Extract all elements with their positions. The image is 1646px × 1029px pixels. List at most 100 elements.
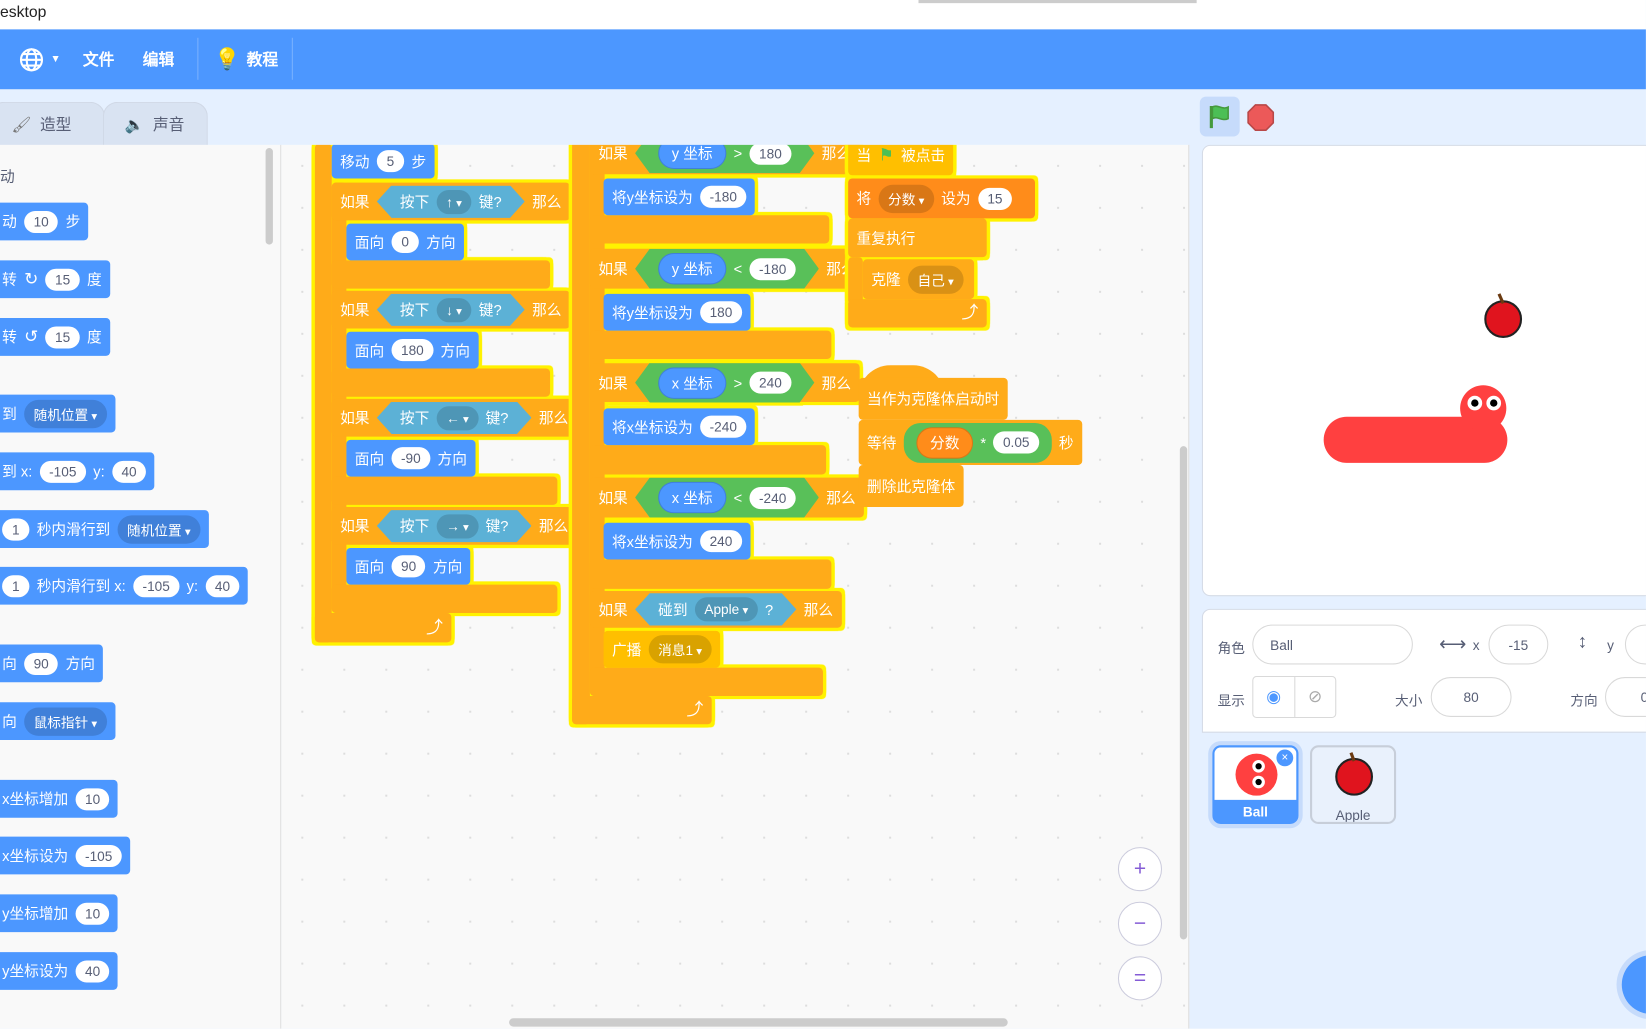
stage[interactable] bbox=[1201, 144, 1646, 597]
code-block[interactable]: 等待 分数 * 0.05 秒 bbox=[858, 419, 1082, 466]
x-input[interactable]: -15 bbox=[1488, 624, 1549, 665]
block-text: 秒 bbox=[1058, 434, 1074, 451]
reporter-block[interactable]: 分数 bbox=[916, 426, 974, 459]
code-block[interactable]: 1 秒内滑行到 x: -105 y: 40 bbox=[0, 566, 248, 605]
code-block[interactable]: 动 10 步 bbox=[0, 202, 89, 241]
y-input[interactable] bbox=[1624, 624, 1646, 665]
code-block[interactable]: 转 ↺ 15 度 bbox=[0, 318, 111, 356]
block-text: 分数 bbox=[930, 434, 960, 451]
code-block[interactable]: 删除此克隆体 bbox=[858, 465, 964, 508]
number-input[interactable]: 1 bbox=[2, 518, 30, 541]
x-arrows-icon: ⟷ bbox=[1439, 632, 1467, 654]
stage-canvas bbox=[1323, 293, 1523, 463]
menubar: ▼ 文件 编辑 💡 教程 bbox=[0, 29, 1646, 90]
number-input[interactable]: 0.05 bbox=[993, 431, 1039, 454]
code-block[interactable]: 向鼠标指针 bbox=[0, 702, 116, 741]
code-block[interactable]: 当作为克隆体启动时 bbox=[858, 377, 1008, 420]
block-text: 删除此克隆体 bbox=[867, 477, 956, 495]
dropdown[interactable]: 随机位置 bbox=[117, 514, 201, 544]
size-input[interactable]: 80 bbox=[1430, 677, 1512, 717]
block-text: 度 bbox=[86, 328, 102, 346]
hide-button[interactable]: ⊘ bbox=[1295, 677, 1335, 717]
menu-edit[interactable]: 编辑 bbox=[143, 29, 175, 89]
number-input[interactable]: 40 bbox=[112, 460, 147, 483]
block-text: 等待 bbox=[867, 434, 897, 451]
code-block[interactable]: 到随机位置 bbox=[0, 394, 116, 433]
block-text: * bbox=[980, 434, 987, 451]
tab-sounds[interactable]: 🔈 声音 bbox=[102, 101, 208, 146]
sprite-name-input[interactable]: Ball bbox=[1252, 624, 1413, 665]
block-text: y: bbox=[93, 462, 105, 480]
code-block[interactable]: 到 x: -105 y: 40 bbox=[0, 452, 155, 491]
number-input[interactable]: 15 bbox=[45, 325, 80, 348]
number-input[interactable]: 10 bbox=[75, 902, 110, 925]
number-input[interactable]: -105 bbox=[133, 574, 180, 597]
block-text: 步 bbox=[65, 213, 81, 230]
dropdown[interactable]: 随机位置 bbox=[24, 399, 107, 428]
apple-thumbnail bbox=[1335, 752, 1374, 796]
zoom-reset-icon: = bbox=[1133, 966, 1147, 990]
category-label: 动 bbox=[0, 167, 15, 185]
show-button[interactable]: ◉ bbox=[1253, 677, 1295, 717]
stop-button[interactable] bbox=[1247, 104, 1275, 137]
block-palette: 动 动10步转↻15度转↺15度到随机位置到 x:-105y:401秒内滑行到随… bbox=[0, 144, 282, 1029]
code-block[interactable]: x坐标增加 10 bbox=[0, 779, 119, 818]
block-text: 秒内滑行到 x: bbox=[36, 577, 126, 595]
number-input[interactable]: 90 bbox=[24, 652, 59, 675]
block-text: 当作为克隆体启动时 bbox=[867, 390, 1000, 408]
language-menu[interactable]: ▼ bbox=[19, 29, 61, 89]
show-label: 显示 bbox=[1217, 692, 1245, 709]
block-text: y坐标增加 bbox=[2, 904, 69, 922]
delete-sprite-button[interactable]: × bbox=[1276, 749, 1294, 767]
menu-tutorials[interactable]: 💡 教程 bbox=[214, 29, 278, 89]
block-text: 到 bbox=[2, 405, 17, 422]
number-input[interactable]: 10 bbox=[24, 210, 59, 233]
sprite-card-apple[interactable]: Apple bbox=[1310, 745, 1397, 825]
number-input[interactable]: 15 bbox=[45, 268, 80, 291]
code-block[interactable]: 1 秒内滑行到 随机位置 bbox=[0, 510, 209, 548]
block-text: 转 bbox=[2, 270, 17, 288]
stop-icon bbox=[1247, 104, 1275, 131]
number-input[interactable]: 1 bbox=[2, 574, 30, 597]
zoom-in-button[interactable]: + bbox=[1117, 847, 1163, 892]
number-input[interactable]: -105 bbox=[39, 460, 86, 483]
turn-left-icon: ↺ bbox=[24, 328, 39, 347]
green-flag-icon bbox=[1209, 105, 1229, 129]
number-input[interactable]: 10 bbox=[75, 787, 110, 810]
tab-costumes[interactable]: 🖌 造型 bbox=[0, 101, 105, 146]
code-block[interactable]: 转 ↻ 15 度 bbox=[0, 260, 111, 299]
block-text: y: bbox=[186, 577, 199, 595]
dropdown[interactable]: 鼠标指针 bbox=[24, 706, 107, 736]
zoom-reset-button[interactable]: = bbox=[1117, 956, 1163, 1001]
zoom-out-button[interactable]: − bbox=[1117, 901, 1163, 946]
ball-thumbnail: × bbox=[1214, 747, 1297, 800]
number-input[interactable]: 40 bbox=[205, 574, 240, 597]
code-block[interactable]: 向 90 方向 bbox=[0, 644, 104, 683]
number-input[interactable]: 40 bbox=[75, 959, 110, 982]
direction-input[interactable]: 0 bbox=[1604, 677, 1646, 717]
visibility-toggle: ◉ ⊘ bbox=[1252, 676, 1337, 718]
menu-tutorials-label: 教程 bbox=[246, 51, 279, 70]
block-text: 向 bbox=[2, 655, 17, 672]
x-label: x bbox=[1472, 637, 1480, 653]
eye-off-icon: ⊘ bbox=[1307, 688, 1323, 707]
script-stack[interactable]: 当作为克隆体启动时 等待 分数 * 0.05 秒删除此克隆体 bbox=[281, 145, 1188, 1029]
green-flag-button[interactable] bbox=[1199, 96, 1240, 137]
number-input[interactable]: -105 bbox=[75, 844, 122, 867]
code-block[interactable]: y坐标设为 40 bbox=[0, 952, 119, 990]
menu-file[interactable]: 文件 bbox=[83, 29, 115, 89]
code-block[interactable]: y坐标增加 10 bbox=[0, 894, 119, 933]
y-arrows-icon: ↕ bbox=[1577, 630, 1588, 652]
zoom-out-icon: − bbox=[1133, 911, 1147, 935]
palette-scrollbar[interactable] bbox=[265, 148, 273, 245]
globe-icon bbox=[19, 47, 44, 71]
block-text: 秒内滑行到 bbox=[36, 520, 111, 538]
reporter-block[interactable]: 分数 * 0.05 bbox=[903, 422, 1052, 463]
sprite-card-ball[interactable]: × Ball bbox=[1212, 745, 1299, 825]
y-label: y bbox=[1607, 637, 1614, 653]
speaker-icon: 🔈 bbox=[124, 115, 145, 134]
add-sprite-button[interactable] bbox=[1621, 955, 1646, 1015]
size-label: 大小 bbox=[1395, 692, 1423, 709]
block-text: 方向 bbox=[65, 655, 95, 672]
code-block[interactable]: x坐标设为 -105 bbox=[0, 836, 131, 875]
